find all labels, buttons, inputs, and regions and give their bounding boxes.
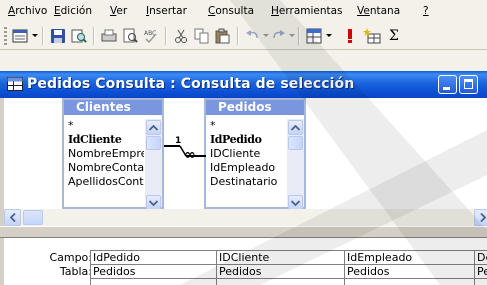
query-type-icon[interactable] (304, 26, 324, 45)
view-icon[interactable] (10, 26, 30, 45)
field-item[interactable]: IDCliente (208, 147, 286, 161)
show-table-icon[interactable] (362, 26, 382, 45)
table-clientes[interactable]: Clientes * IdCliente NombreEmpre NombreC… (62, 98, 164, 210)
scroll-thumb[interactable] (146, 136, 161, 150)
grid-cell-tabla[interactable]: Pedidos (217, 265, 344, 278)
print-preview-icon[interactable] (120, 26, 140, 45)
scroll-thumb[interactable] (23, 210, 43, 225)
row-label-campo: Campo: (49, 251, 92, 264)
query-window-icon (7, 77, 23, 91)
search-icon[interactable] (69, 26, 89, 45)
menu-ventana[interactable]: Ventana (357, 4, 400, 18)
scroll-left-icon[interactable] (4, 209, 21, 226)
menu-herramientas[interactable]: Herramientas (271, 4, 343, 18)
print-icon[interactable] (99, 26, 119, 45)
field-item[interactable]: Destinatario (208, 175, 286, 189)
menu-consulta[interactable]: Consulta (208, 4, 254, 18)
undo-icon[interactable] (243, 26, 263, 45)
grid-cell-campo[interactable]: IdEmpleado (345, 251, 474, 264)
maximize-button[interactable] (459, 75, 478, 94)
query-grid[interactable]: Campo: Tabla: IdPedido IDCliente IdEmple… (0, 238, 487, 285)
menu-bar: Archivo Edición Ver Insertar Consulta He… (0, 0, 487, 22)
run-icon[interactable] (340, 26, 360, 45)
grid-cell-campo[interactable]: IDCliente (217, 251, 344, 264)
totals-icon[interactable]: Σ (384, 26, 404, 45)
table-pedidos-scrollbar[interactable] (287, 119, 304, 210)
menu-ayuda[interactable]: ? (423, 4, 429, 18)
field-item[interactable]: * (208, 119, 286, 133)
scroll-down-icon[interactable] (146, 195, 161, 210)
menu-ver[interactable]: Ver (110, 4, 127, 18)
table-pedidos-header[interactable]: Pedidos (206, 100, 304, 115)
toolbar-grip[interactable] (4, 27, 7, 45)
scroll-up-icon[interactable] (146, 120, 161, 135)
mdi-background (0, 50, 487, 71)
field-item[interactable]: * (66, 119, 144, 133)
menu-archivo[interactable]: Archivo (8, 4, 47, 18)
scroll-up-icon[interactable] (288, 120, 303, 135)
minimize-button[interactable] (438, 75, 457, 94)
menu-insertar[interactable]: Insertar (146, 4, 187, 18)
field-item[interactable]: ApellidosCont (66, 175, 144, 189)
relationship-many-label: ∞ (184, 147, 196, 163)
query-type-dropdown-icon[interactable] (326, 34, 332, 37)
field-item-key[interactable]: IdPedido (208, 133, 286, 147)
spelling-icon[interactable]: ABC (141, 26, 161, 45)
scroll-down-icon[interactable] (288, 195, 303, 210)
table-clientes-fields[interactable]: * IdCliente NombreEmpre NombreConta Apel… (66, 119, 144, 207)
scroll-thumb[interactable] (288, 136, 303, 150)
view-dropdown-icon[interactable] (32, 34, 38, 37)
field-item[interactable]: IdEmpleado (208, 161, 286, 175)
paste-icon[interactable] (213, 26, 233, 45)
field-item-key[interactable]: IdCliente (66, 133, 144, 147)
window-title: Pedidos Consulta : Consulta de selección (27, 76, 355, 92)
relationship-one-label: 1 (175, 136, 182, 146)
menu-edicion[interactable]: Edición (54, 4, 92, 18)
grid-cell-campo[interactable]: De (475, 251, 487, 264)
redo-icon[interactable] (268, 26, 288, 45)
field-item[interactable]: NombreConta (66, 161, 144, 175)
copy-icon[interactable] (192, 26, 212, 45)
cut-icon[interactable] (171, 26, 191, 45)
redo-dropdown-icon[interactable] (289, 34, 295, 37)
toolbar: ABC Σ (0, 22, 487, 50)
table-pedidos[interactable]: Pedidos * IdPedido IDCliente IdEmpleado … (204, 98, 306, 210)
table-clientes-header[interactable]: Clientes (64, 100, 162, 115)
grid-cell-campo[interactable]: IdPedido (91, 251, 216, 264)
row-label-tabla: Tabla: (59, 265, 92, 278)
grid-cell-tabla[interactable]: Pedidos (91, 265, 216, 278)
grid-cell-tabla[interactable]: Pe (475, 265, 487, 278)
table-pedidos-fields[interactable]: * IdPedido IDCliente IdEmpleado Destinat… (208, 119, 286, 207)
design-horizontal-scrollbar[interactable] (4, 209, 487, 226)
scroll-right-icon[interactable] (474, 209, 487, 226)
save-icon[interactable] (48, 26, 68, 45)
field-item[interactable]: NombreEmpre (66, 147, 144, 161)
grid-cell-tabla[interactable]: Pedidos (345, 265, 474, 278)
pane-splitter[interactable] (0, 226, 487, 238)
query-window-titlebar[interactable]: Pedidos Consulta : Consulta de selección (0, 71, 487, 98)
